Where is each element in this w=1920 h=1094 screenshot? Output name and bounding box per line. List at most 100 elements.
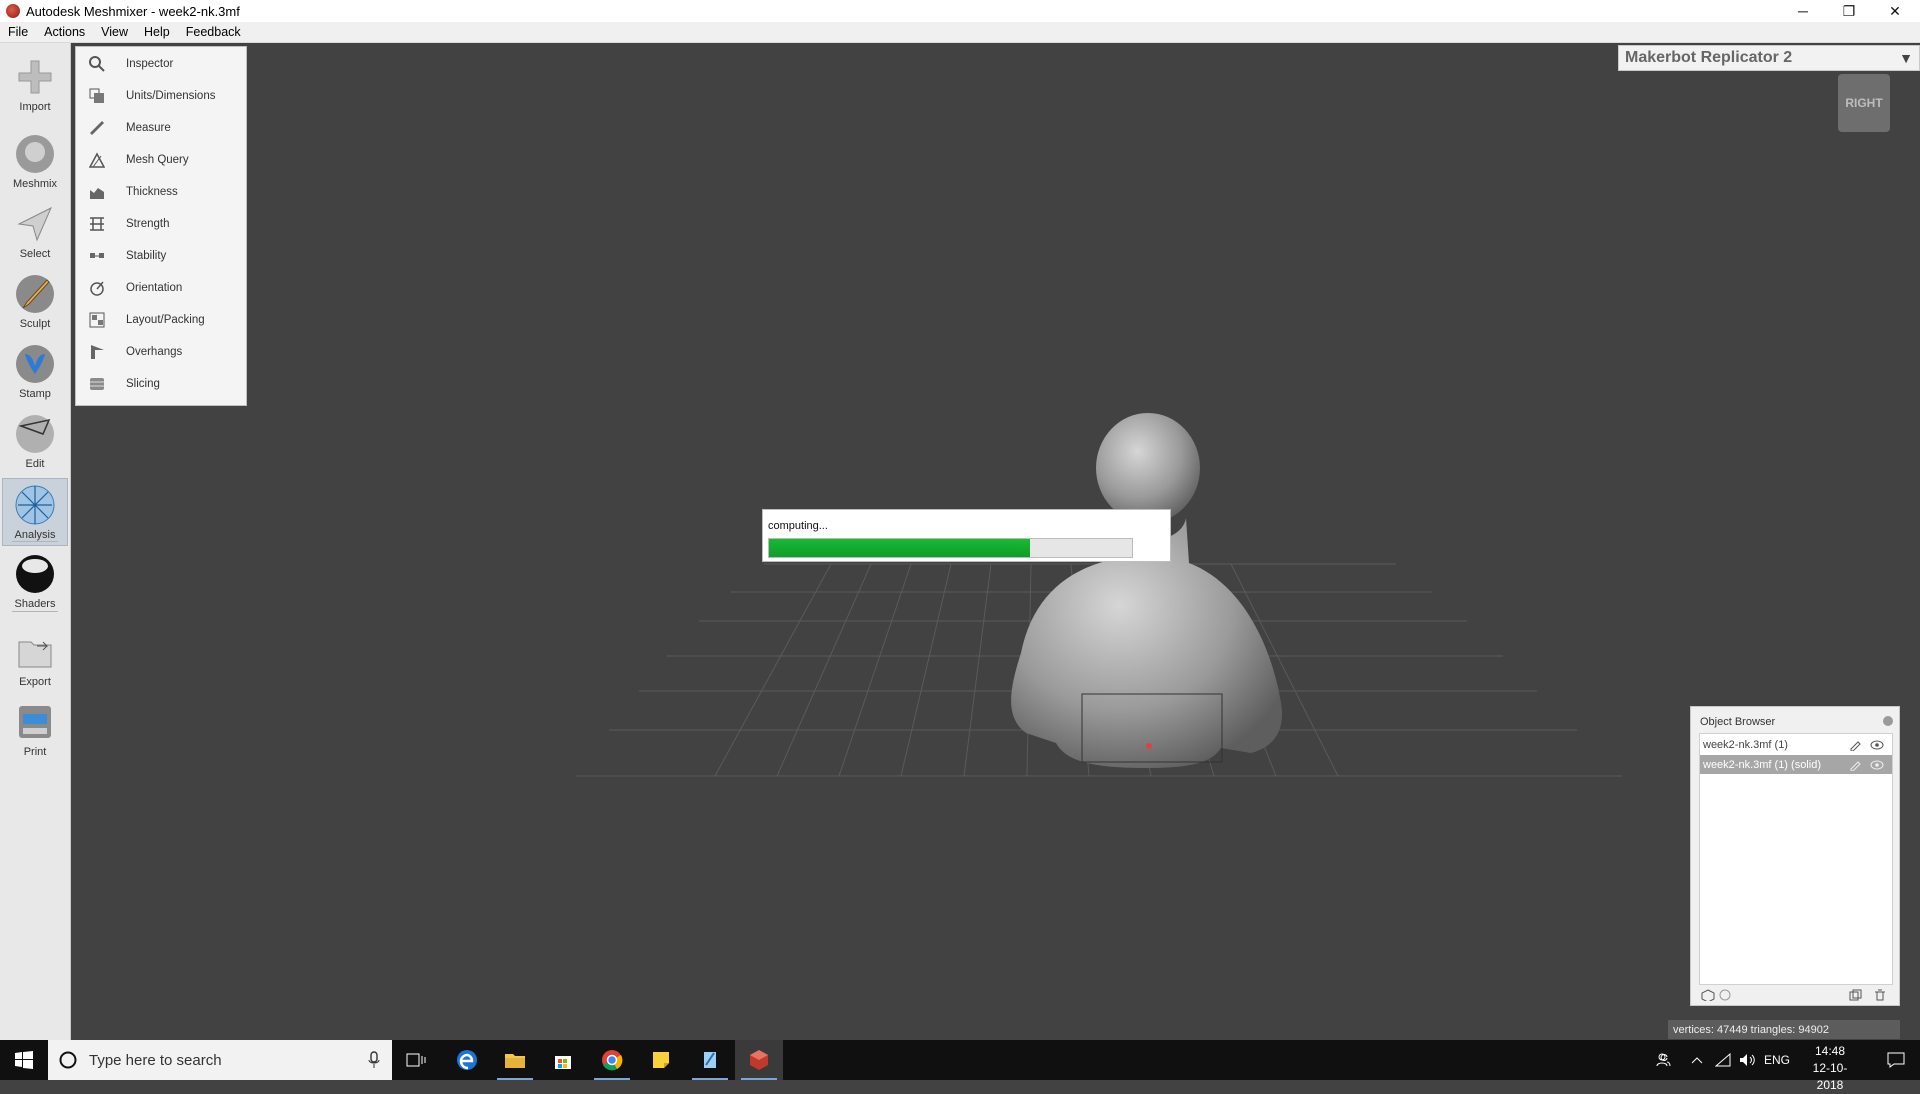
search-placeholder: Type here to search — [89, 1051, 222, 1069]
cube-icon[interactable] — [1701, 989, 1715, 1001]
mesh-query-icon — [88, 151, 106, 169]
tool-export[interactable]: Export — [2, 626, 68, 694]
export-folder-icon — [18, 641, 52, 668]
tool-label: Edit — [25, 458, 45, 470]
clock-time: 14:48 — [1814, 1044, 1846, 1058]
eye-icon[interactable] — [1870, 759, 1884, 771]
meshmixer-icon[interactable] — [735, 1040, 783, 1080]
analysis-item-inspector[interactable]: Inspector — [76, 48, 246, 80]
analysis-item-label: Slicing — [126, 378, 160, 390]
taskbar: Type here to search ENG 14:48 12-10-2018 — [0, 1040, 1920, 1092]
printer-icon — [19, 706, 51, 738]
dropdown-arrow-icon: ▼ — [1899, 50, 1913, 66]
left-toolbar: Import Meshmix Select Sculpt Stamp Edit … — [0, 43, 71, 1040]
shader-sphere-icon — [16, 555, 54, 593]
menu-view[interactable]: View — [93, 25, 136, 39]
analysis-item-stability[interactable]: Stability — [76, 240, 246, 272]
start-button[interactable] — [0, 1040, 48, 1080]
overhangs-icon — [88, 343, 106, 361]
store-icon[interactable] — [539, 1040, 587, 1080]
windows-logo-icon — [15, 1051, 33, 1069]
bust-model — [1011, 413, 1282, 768]
select-arrow-icon — [17, 206, 53, 242]
tool-label: Sculpt — [19, 318, 51, 330]
layout-icon — [88, 311, 106, 329]
analysis-item-label: Inspector — [126, 58, 174, 70]
restore-button[interactable]: ❐ — [1826, 0, 1872, 22]
analysis-item-units[interactable]: Units/Dimensions — [76, 80, 246, 112]
chrome-icon[interactable] — [588, 1040, 636, 1080]
task-view-icon[interactable] — [392, 1040, 440, 1080]
menu-help[interactable]: Help — [136, 25, 178, 39]
orientation-icon — [88, 279, 106, 297]
trash-icon[interactable] — [1873, 989, 1887, 1001]
analysis-item-layout[interactable]: Layout/Packing — [76, 304, 246, 336]
analysis-item-label: Orientation — [126, 282, 183, 294]
edge-icon[interactable] — [443, 1040, 491, 1080]
notifications-icon[interactable] — [1872, 1040, 1920, 1080]
file-explorer-icon[interactable] — [491, 1040, 539, 1080]
analysis-item-label: Strength — [126, 218, 170, 230]
tool-analysis[interactable]: Analysis — [2, 478, 68, 546]
analysis-item-label: Thickness — [126, 186, 178, 198]
analysis-item-slicing[interactable]: Slicing — [76, 368, 246, 400]
object-browser: Object Browser week2-nk.3mf (1) week2-nk… — [1690, 706, 1900, 1006]
progress-text: computing... — [768, 520, 828, 532]
close-button[interactable]: ✕ — [1872, 0, 1918, 22]
eye-icon[interactable] — [1870, 739, 1884, 751]
viewcube-label: RIGHT — [1845, 96, 1883, 110]
tool-select[interactable]: Select — [2, 198, 68, 266]
taskbar-search[interactable]: Type here to search — [48, 1040, 392, 1080]
tool-shaders[interactable]: Shaders — [2, 548, 68, 616]
tool-import[interactable]: Import — [2, 51, 68, 119]
slicing-icon — [88, 375, 106, 393]
printer-select[interactable]: Makerbot Replicator 2 ▼ — [1618, 45, 1920, 71]
volume-icon[interactable] — [1736, 1040, 1758, 1080]
object-settings-icon[interactable] — [1848, 759, 1862, 771]
language-indicator[interactable]: ENG — [1760, 1040, 1794, 1080]
analysis-item-thickness[interactable]: Thickness — [76, 176, 246, 208]
ruler-icon — [88, 119, 106, 137]
search-circle-icon — [59, 1051, 77, 1069]
progress-fill — [769, 539, 1031, 557]
object-settings-icon[interactable] — [1848, 739, 1862, 751]
analysis-item-label: Units/Dimensions — [126, 90, 216, 102]
notepad-icon[interactable] — [686, 1040, 734, 1080]
printer-name: Makerbot Replicator 2 — [1625, 49, 1793, 66]
object-row[interactable]: week2-nk.3mf (1) — [1700, 735, 1892, 754]
sticky-notes-icon[interactable] — [637, 1040, 685, 1080]
window-title: Autodesk Meshmixer - week2-nk.3mf — [26, 3, 240, 19]
analysis-item-mesh-query[interactable]: Mesh Query — [76, 144, 246, 176]
tool-stamp[interactable]: Stamp — [2, 338, 68, 406]
analysis-sphere-icon — [15, 485, 55, 525]
people-icon[interactable] — [1650, 1040, 1678, 1080]
tool-sculpt[interactable]: Sculpt — [2, 268, 68, 336]
tool-label: Print — [23, 746, 47, 758]
microphone-icon[interactable] — [368, 1051, 380, 1069]
menu-actions[interactable]: Actions — [36, 25, 93, 39]
analysis-item-label: Overhangs — [126, 346, 183, 358]
chevron-up-icon[interactable] — [1686, 1040, 1708, 1080]
analysis-item-overhangs[interactable]: Overhangs — [76, 336, 246, 368]
duplicate-icon[interactable] — [1849, 989, 1863, 1001]
clock[interactable]: 14:48 12-10-2018 — [1800, 1043, 1860, 1094]
viewcube[interactable]: RIGHT — [1838, 74, 1890, 132]
network-icon[interactable] — [1712, 1040, 1734, 1080]
analysis-item-measure[interactable]: Measure — [76, 112, 246, 144]
close-icon[interactable] — [1883, 716, 1893, 726]
title-bar: Autodesk Meshmixer - week2-nk.3mf ─ ❐ ✕ — [0, 0, 1920, 22]
menu-feedback[interactable]: Feedback — [178, 25, 249, 39]
menu-file[interactable]: File — [0, 25, 36, 39]
analysis-item-orientation[interactable]: Orientation — [76, 272, 246, 304]
tool-print[interactable]: Print — [2, 696, 68, 764]
tool-meshmix[interactable]: Meshmix — [2, 128, 68, 196]
strength-icon — [88, 215, 106, 233]
stability-icon — [88, 247, 106, 265]
clock-icon[interactable] — [1719, 989, 1733, 1001]
minimize-button[interactable]: ─ — [1780, 0, 1826, 22]
tool-edit[interactable]: Edit — [2, 408, 68, 476]
analysis-item-strength[interactable]: Strength — [76, 208, 246, 240]
tool-label: Export — [19, 676, 51, 688]
object-row-selected[interactable]: week2-nk.3mf (1) (solid) — [1700, 755, 1892, 774]
toolbar-divider — [12, 611, 58, 612]
